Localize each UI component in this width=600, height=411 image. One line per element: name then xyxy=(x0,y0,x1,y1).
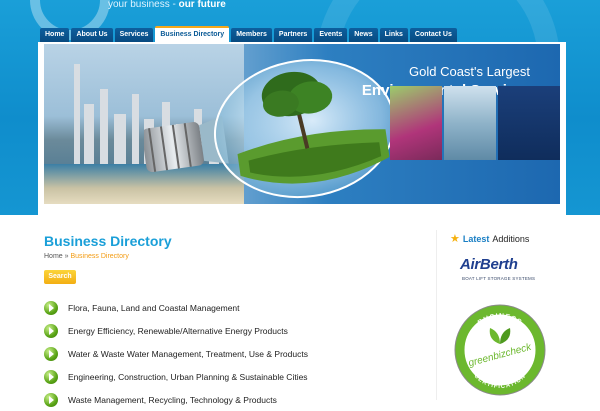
airberth-logo[interactable]: AirBerth BOAT LIFT STORAGE SYSTEMS xyxy=(460,256,544,286)
nav-contact-us[interactable]: Contact Us xyxy=(409,28,457,42)
sidebar-title: ★ Latest Additions xyxy=(450,233,530,245)
nav-news[interactable]: News xyxy=(349,28,378,42)
nav-partners[interactable]: Partners xyxy=(273,28,313,42)
category-label: Engineering, Construction, Urban Plannin… xyxy=(68,371,308,382)
green-play-circle-icon xyxy=(44,300,58,315)
nav-about-us[interactable]: About Us xyxy=(71,28,113,42)
main-nav: Home About Us Services Business Director… xyxy=(40,26,457,42)
breadcrumb: Home » Business Directory xyxy=(44,253,129,260)
page-title: Business Directory xyxy=(44,233,172,249)
category-item[interactable]: Engineering, Construction, Urban Plannin… xyxy=(44,365,384,388)
nav-home[interactable]: Home xyxy=(40,28,70,42)
green-play-circle-icon xyxy=(44,323,58,338)
light-bulb-tree-image xyxy=(144,59,394,199)
sidebar-divider xyxy=(436,230,437,400)
greenbizcheck-certification-badge[interactable]: BUSINESS CERTIFICATION greenbizcheck xyxy=(454,304,546,396)
breadcrumb-home[interactable]: Home xyxy=(44,253,63,260)
green-play-circle-icon xyxy=(44,346,58,361)
nav-business-directory[interactable]: Business Directory xyxy=(155,26,230,42)
nav-members[interactable]: Members xyxy=(231,28,272,42)
category-label: Energy Efficiency, Renewable/Alternative… xyxy=(68,325,288,336)
directory-category-list: Flora, Fauna, Land and Coastal Managemen… xyxy=(44,296,384,411)
nav-events[interactable]: Events xyxy=(314,28,348,42)
star-icon: ★ xyxy=(450,233,460,245)
nav-services[interactable]: Services xyxy=(114,28,154,42)
banner-thumbnail-garden xyxy=(390,86,442,160)
site-tagline: your business - our future xyxy=(108,0,226,10)
category-item[interactable]: Flora, Fauna, Land and Coastal Managemen… xyxy=(44,296,384,319)
category-label: Flora, Fauna, Land and Coastal Managemen… xyxy=(68,302,240,313)
banner-thumbnail-greenhouse xyxy=(444,86,496,160)
banner-thumbnail-fuel xyxy=(498,86,560,160)
category-item[interactable]: Water & Waste Water Management, Treatmen… xyxy=(44,342,384,365)
category-item[interactable]: Energy Efficiency, Renewable/Alternative… xyxy=(44,319,384,342)
banner-headline-1: Gold Coast's Largest xyxy=(409,64,530,79)
search-button[interactable]: Search xyxy=(44,270,76,284)
nav-links[interactable]: Links xyxy=(379,28,408,42)
green-play-circle-icon xyxy=(44,369,58,384)
breadcrumb-current: Business Directory xyxy=(70,253,129,260)
sidebar-latest-additions: ★ Latest Additions AirBerth BOAT LIFT ST… xyxy=(446,230,556,400)
category-label: Water & Waste Water Management, Treatmen… xyxy=(68,348,308,359)
